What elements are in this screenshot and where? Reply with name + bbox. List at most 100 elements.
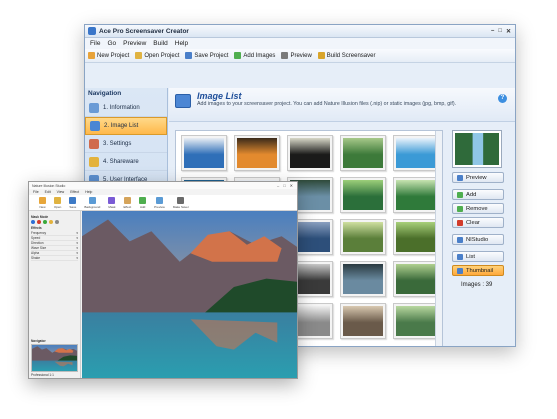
thumbnail-picture: [290, 138, 330, 168]
new-button[interactable]: New: [39, 196, 46, 209]
image-actions: Preview Add Remove Clear NIStudio List Thumbna…: [449, 130, 506, 288]
thumbnail-picture: [396, 138, 436, 168]
maximize-icon[interactable]: □: [498, 28, 502, 35]
chevron-down-icon: ▾: [76, 256, 78, 260]
image-thumbnail[interactable]: [340, 219, 386, 255]
vertical-scrollbar[interactable]: [435, 131, 442, 346]
image-thumbnail[interactable]: [340, 177, 386, 213]
preview-button[interactable]: Preview: [452, 172, 504, 183]
add-button[interactable]: Add: [139, 196, 147, 209]
color-swatch[interactable]: [37, 220, 41, 224]
toolbar-label: New Project: [97, 52, 130, 59]
image-thumbnail[interactable]: [393, 261, 439, 297]
menu-help[interactable]: Help: [85, 190, 92, 194]
nav-item-1[interactable]: 1. Information: [85, 99, 167, 117]
background-button[interactable]: Background: [84, 196, 100, 209]
image-thumbnail[interactable]: [181, 135, 227, 171]
button-label: Thumbnail: [466, 267, 494, 274]
nav-item-4[interactable]: 4. Shareware: [85, 153, 167, 171]
save-project-button[interactable]: Save Project: [185, 52, 228, 59]
menu-view[interactable]: View: [57, 190, 65, 194]
image-thumbnail[interactable]: [234, 135, 280, 171]
ribbon-label: New: [39, 204, 46, 209]
minimize-icon[interactable]: –: [491, 28, 494, 35]
build-screensaver-button[interactable]: Build Screensaver: [317, 52, 375, 59]
open-icon: [54, 196, 62, 204]
color-swatch[interactable]: [49, 220, 53, 224]
image-thumbnail[interactable]: [393, 177, 439, 213]
mask-button[interactable]: Mask: [108, 196, 116, 209]
list-icon: [457, 253, 463, 260]
image-thumbnail[interactable]: [340, 261, 386, 297]
image-thumbnail[interactable]: [393, 303, 439, 339]
thumbnail-picture: [343, 306, 383, 336]
image-thumbnail[interactable]: [340, 135, 386, 171]
preview-button[interactable]: Preview: [281, 52, 312, 59]
menu-help[interactable]: Help: [175, 40, 188, 47]
chevron-down-icon: ▾: [76, 246, 78, 250]
menu-effect[interactable]: Effect: [70, 190, 79, 194]
thumbnail-picture: [343, 264, 383, 294]
open-project-button[interactable]: Open Project: [135, 52, 179, 59]
menu-build[interactable]: Build: [153, 40, 167, 47]
effect-button[interactable]: Effect: [123, 196, 132, 209]
lake-mountain-image: [82, 211, 297, 378]
preview-icon: [457, 174, 463, 181]
ribbon-label: Preview: [154, 204, 165, 209]
thumbnail-picture: [237, 138, 277, 168]
minimize-icon[interactable]: –: [277, 183, 279, 188]
menu-go[interactable]: Go: [107, 40, 116, 47]
add-images-button[interactable]: Add Images: [234, 52, 275, 59]
remove-button[interactable]: Remove: [452, 203, 504, 214]
list-button[interactable]: List: [452, 251, 504, 262]
composite-screenshot: Ace Pro Screensaver Creator – □ ✕ File Go…: [0, 0, 557, 419]
nistudio-button[interactable]: NIStudio: [452, 234, 504, 245]
add-button[interactable]: Add: [452, 189, 504, 200]
ribbon-label: Effect: [123, 204, 132, 209]
nav-item-3[interactable]: 3. Settings: [85, 135, 167, 153]
close-icon[interactable]: ✕: [506, 28, 511, 35]
image-thumbnail[interactable]: [340, 303, 386, 339]
effect-row[interactable]: Shake ▾: [31, 256, 78, 261]
thumbnail-picture: [343, 180, 383, 210]
image-canvas[interactable]: [82, 211, 297, 378]
help-icon[interactable]: ?: [498, 94, 507, 103]
nav-item-2[interactable]: 2. Image List: [85, 117, 167, 135]
image-list-icon: [90, 121, 100, 131]
image-thumbnail[interactable]: [393, 135, 439, 171]
thumbnail-button[interactable]: Thumbnail: [452, 265, 504, 276]
maximize-icon[interactable]: □: [283, 183, 285, 188]
menu-preview[interactable]: Preview: [123, 40, 146, 47]
color-swatch[interactable]: [55, 220, 59, 224]
clear-button[interactable]: Clear: [452, 217, 504, 228]
color-swatch[interactable]: [43, 220, 47, 224]
button-label: Add: [466, 191, 477, 198]
menu-file[interactable]: File: [90, 40, 100, 47]
color-swatch[interactable]: [31, 220, 35, 224]
toolbar-label: Open Project: [144, 52, 180, 59]
nav-item-label: 1. Information: [103, 104, 140, 111]
image-thumbnail[interactable]: [287, 135, 333, 171]
make-saver-button[interactable]: Make Saver: [173, 196, 189, 209]
effect-row-label: Direction: [31, 241, 44, 245]
ribbon-toolbar: New Open Save Background Mask Effect Add Previe…: [29, 195, 297, 211]
clear-icon: [457, 219, 463, 226]
color-swatches: [31, 220, 78, 224]
navigator-preview[interactable]: [31, 344, 78, 372]
button-label: Clear: [466, 219, 480, 226]
add-icon: [139, 196, 147, 204]
open-button[interactable]: Open: [54, 196, 62, 209]
effect-row-label: Alpha: [31, 251, 40, 255]
new-project-button[interactable]: New Project: [88, 52, 129, 59]
remove-icon: [457, 205, 463, 212]
window-title: Nature Illusion Studio: [32, 183, 66, 188]
menu-edit[interactable]: Edit: [45, 190, 51, 194]
preview-button[interactable]: Preview: [154, 196, 165, 209]
save-button[interactable]: Save: [69, 196, 77, 209]
panel-description: Add images to your screensaver project. …: [197, 101, 457, 107]
image-thumbnail[interactable]: [393, 219, 439, 255]
menu-file[interactable]: File: [33, 190, 39, 194]
background-icon: [88, 196, 96, 204]
close-icon[interactable]: ✕: [290, 183, 293, 188]
preview-icon: [281, 52, 289, 59]
